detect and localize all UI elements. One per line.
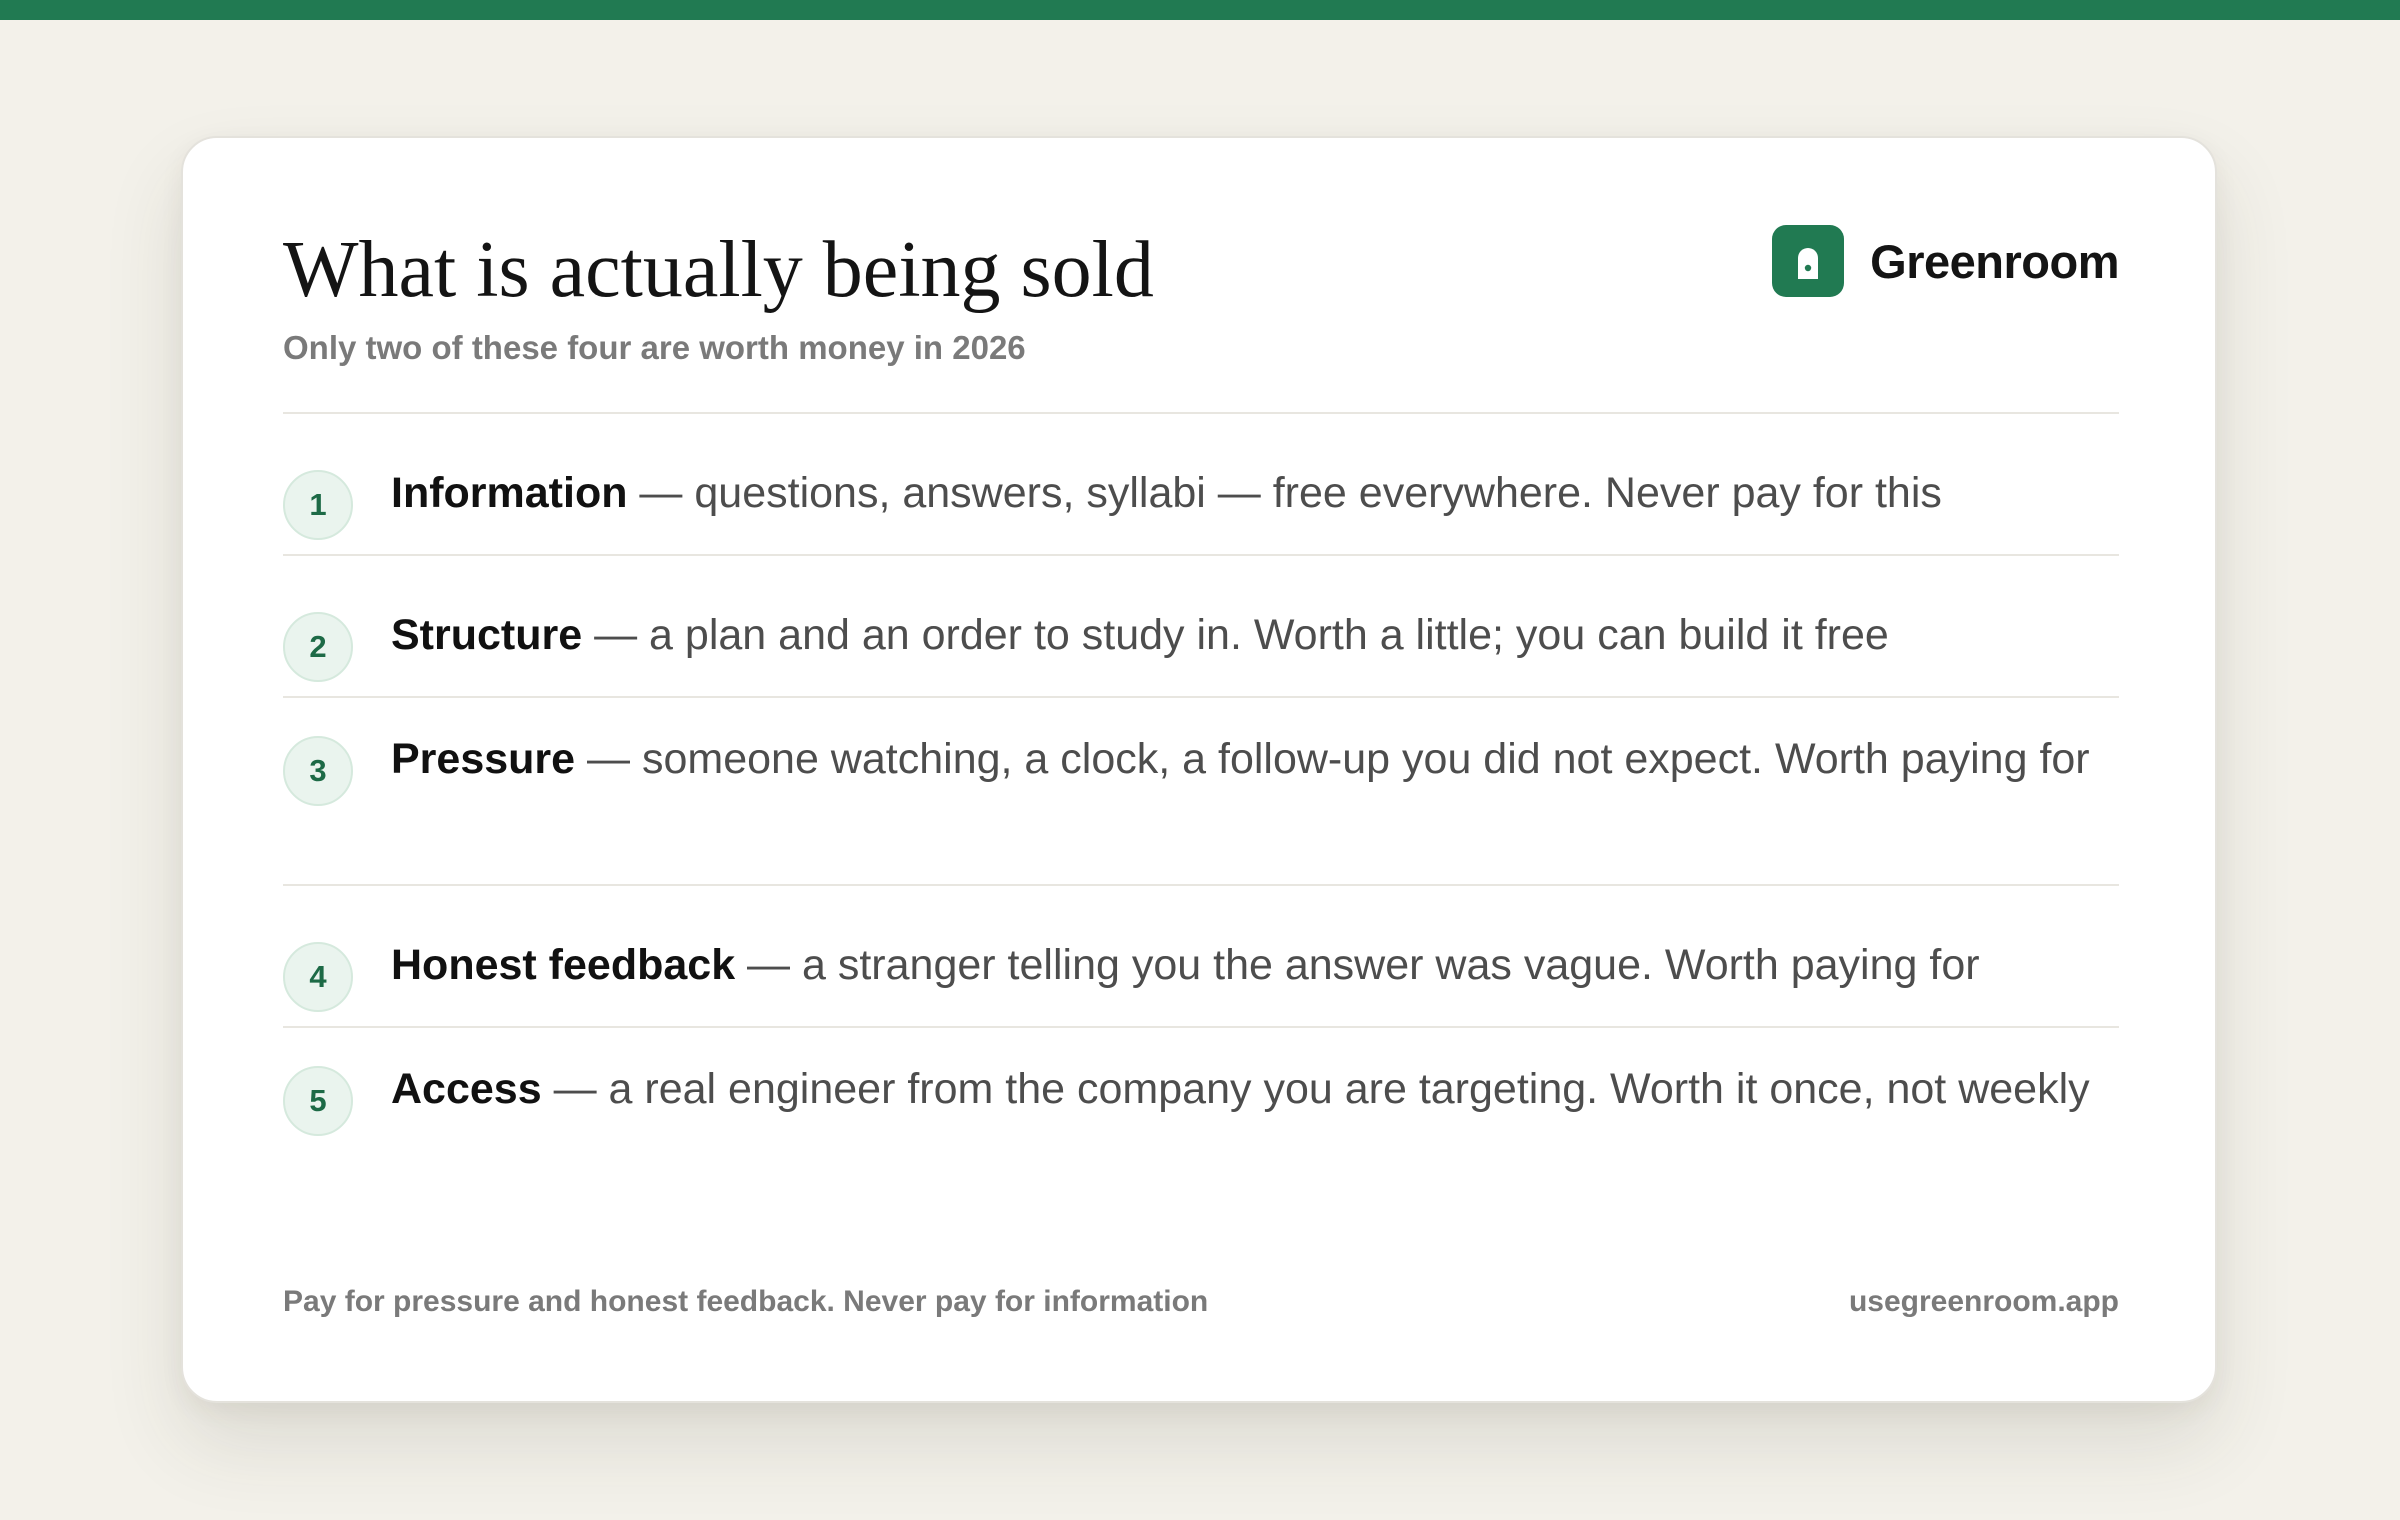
item-text: Pressure — someone watching, a clock, a …	[391, 728, 2099, 790]
item-text: Honest feedback — a stranger telling you…	[391, 934, 2099, 996]
brand-logo: Greenroom	[1772, 225, 2119, 297]
item-text: Structure — a plan and an order to study…	[391, 604, 2099, 666]
item-description: — questions, answers, syllabi — free eve…	[627, 469, 1942, 517]
item-number-badge: 4	[283, 942, 353, 1012]
item-description: — a stranger telling you the answer was …	[735, 941, 1980, 989]
item-description: — someone watching, a clock, a follow-up…	[575, 735, 2090, 783]
content-card: What is actually being sold Only two of …	[181, 136, 2217, 1403]
page-title: What is actually being sold	[283, 226, 1154, 314]
item-text: Information — questions, answers, syllab…	[391, 462, 2099, 524]
item-number-badge: 2	[283, 612, 353, 682]
card-inner: What is actually being sold Only two of …	[283, 138, 2119, 1401]
brand-name: Greenroom	[1870, 234, 2119, 288]
item-list: 1 Information — questions, answers, syll…	[283, 414, 2119, 1216]
item-term: Pressure	[391, 735, 576, 783]
item-description: — a plan and an order to study in. Worth…	[582, 611, 1889, 659]
footer-tagline: Pay for pressure and honest feedback. Ne…	[283, 1285, 1209, 1318]
item-number-badge: 1	[283, 470, 353, 540]
list-item: 3 Pressure — someone watching, a clock, …	[283, 698, 2119, 886]
list-item: 2 Structure — a plan and an order to stu…	[283, 556, 2119, 698]
footer-url: usegreenroom.app	[1848, 1285, 2119, 1318]
item-term: Structure	[391, 611, 583, 659]
item-term: Information	[391, 469, 628, 517]
item-description: — a real engineer from the company you a…	[541, 1065, 2090, 1113]
item-term: Access	[391, 1065, 542, 1113]
item-text: Access — a real engineer from the compan…	[391, 1058, 2099, 1120]
page-subtitle: Only two of these four are worth money i…	[283, 329, 1026, 366]
list-item: 1 Information — questions, answers, syll…	[283, 414, 2119, 556]
list-item: 4 Honest feedback — a stranger telling y…	[283, 886, 2119, 1028]
item-number-badge: 3	[283, 736, 353, 806]
lock-icon	[1772, 225, 1845, 297]
top-accent-bar	[0, 0, 2400, 20]
list-item: 5 Access — a real engineer from the comp…	[283, 1028, 2119, 1216]
item-term: Honest feedback	[391, 941, 736, 989]
item-number-badge: 5	[283, 1066, 353, 1136]
